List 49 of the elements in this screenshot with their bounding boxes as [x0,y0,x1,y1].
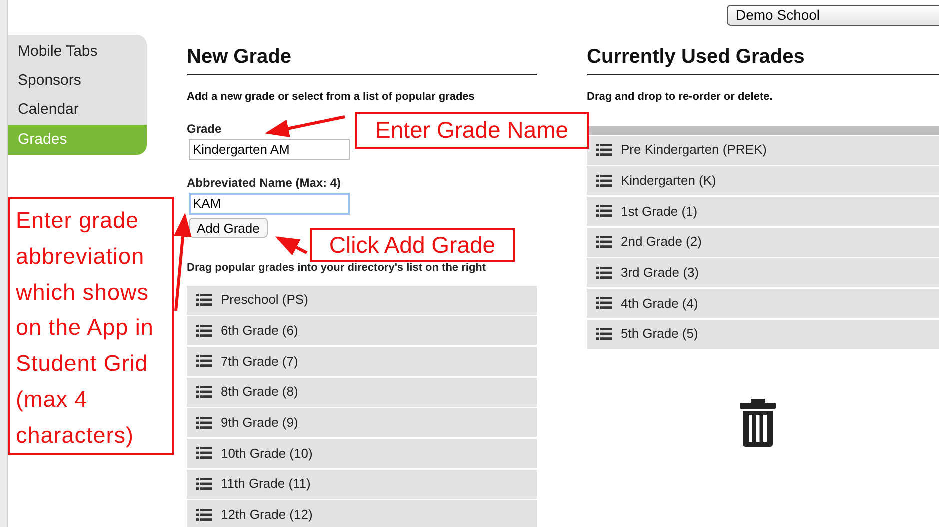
sidebar-item[interactable]: Sponsors [8,67,147,96]
list-icon [596,328,612,340]
annotation-callout: Click Add Grade [310,228,515,262]
abbreviation-field[interactable]: KAM [189,192,350,214]
field-label: Abbreviated Name (Max: 4) [187,174,342,192]
caption-text: Drag popular grades into your directory's list on the right [187,261,486,276]
list-icon [196,386,212,398]
description-text: Drag and drop to re-order or delete. [587,90,774,105]
school-select[interactable]: Demo School [727,5,939,26]
sidebar-item[interactable]: Calendar [8,96,147,125]
section-heading: New Grade [187,42,537,75]
grade-list-item[interactable]: 2nd Grade (2) [587,228,939,257]
grade-list-item[interactable]: 5th Grade (5) [587,320,939,349]
list-icon [196,416,212,429]
grade-list-item[interactable]: 11th Grade (11) [187,470,537,499]
grade-list-item[interactable]: 4th Grade (4) [587,288,939,318]
grade-list-item[interactable]: 1st Grade (1) [587,196,939,226]
list-icon [596,144,612,156]
grade-list-item[interactable]: 10th Grade (10) [187,438,537,468]
list-icon [596,174,612,187]
grade-list-item[interactable]: 9th Grade (9) [187,408,537,438]
grade-list-item[interactable]: 8th Grade (8) [187,378,537,407]
list-icon [196,294,212,306]
section-heading: Currently Used Grades [587,42,939,75]
arrow [275,236,308,256]
grade-list-item[interactable]: 12th Grade (12) [187,500,537,527]
list-icon [596,205,612,218]
annotation-callout: Enter Grade Name [355,112,589,149]
list-icon [596,236,612,248]
list-icon [196,508,212,521]
grade-list-item[interactable]: 7th Grade (7) [187,346,537,376]
grade-list-item[interactable]: 3rd Grade (3) [587,258,939,288]
list-icon [196,324,212,337]
list-icon [196,447,212,460]
trash-icon[interactable] [740,398,776,447]
description-text: Add a new grade or select from a list of popular grades [187,90,476,105]
grade-name-field[interactable]: Kindergarten AM [189,138,350,160]
grade-list-item[interactable]: Kindergarten (K) [587,166,939,196]
add-grade-button[interactable]: Add Grade [189,218,268,238]
grade-list-item[interactable]: Pre Kindergarten (PREK) [587,136,939,164]
grade-list-item[interactable]: 6th Grade (6) [187,316,537,346]
grade-list-item[interactable]: Preschool (PS) [187,286,537,314]
list-icon [596,297,612,310]
list-icon [196,478,212,490]
list-icon [596,266,612,279]
field-label: Grade [187,120,222,138]
sidebar-item[interactable]: Mobile Tabs [8,38,147,67]
annotation-callout: Enter grade abbreviation which shows on the App in Student Grid (max 4 characters) [8,197,174,455]
list-icon [196,355,212,368]
